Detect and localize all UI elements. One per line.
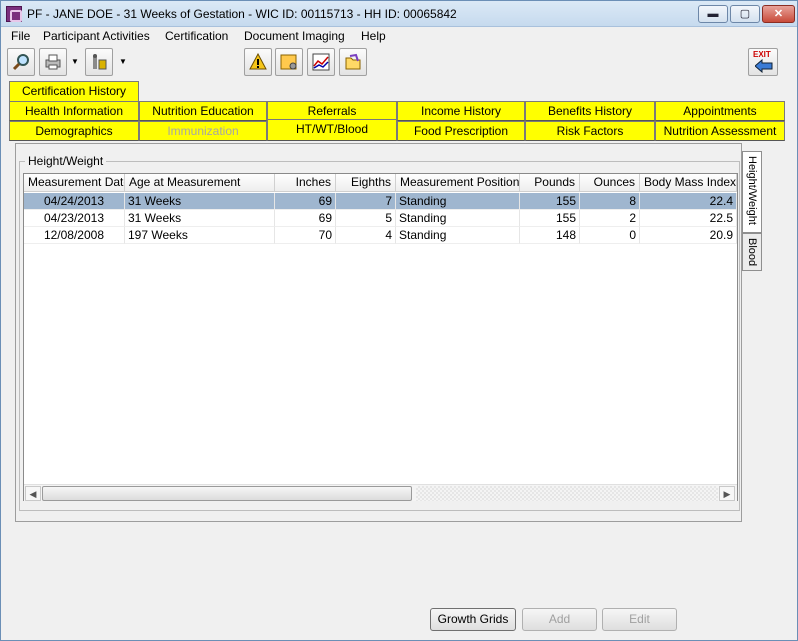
- tab-benefits-history[interactable]: Benefits History: [525, 101, 655, 121]
- menu-participant-activities[interactable]: Participant Activities: [43, 29, 150, 43]
- cell-age: 31 Weeks: [125, 210, 275, 227]
- side-tab-blood-label: Blood: [746, 238, 758, 267]
- cell-position: Standing: [396, 227, 520, 244]
- table-row[interactable]: 04/23/2013 31 Weeks 69 5 Standing 155 2 …: [24, 210, 737, 227]
- col-measurement-position[interactable]: Measurement Position: [396, 174, 520, 192]
- warning-icon: [249, 53, 267, 70]
- add-button[interactable]: Add: [522, 608, 597, 631]
- cell-inches: 69: [275, 193, 336, 210]
- tab-nutrition-assessment[interactable]: Nutrition Assessment: [655, 121, 785, 141]
- alert-button[interactable]: [244, 48, 272, 76]
- tab-demographics[interactable]: Demographics: [9, 121, 139, 141]
- chart-button[interactable]: [307, 48, 335, 76]
- cell-inches: 70: [275, 227, 336, 244]
- cell-pounds: 155: [520, 210, 580, 227]
- cell-date: 04/23/2013: [24, 210, 125, 227]
- table-row[interactable]: 12/08/2008 197 Weeks 70 4 Standing 148 0…: [24, 227, 737, 244]
- tab-referrals[interactable]: Referrals: [267, 101, 397, 121]
- tab-food-prescription[interactable]: Food Prescription: [397, 121, 525, 141]
- tab-health-information[interactable]: Health Information: [9, 101, 139, 121]
- edit-button[interactable]: Edit: [602, 608, 677, 631]
- tab-income-history[interactable]: Income History: [397, 101, 525, 121]
- print-button[interactable]: [39, 48, 67, 76]
- tab-risk-factors[interactable]: Risk Factors: [525, 121, 655, 141]
- window-title: PF - JANE DOE - 31 Weeks of Gestation - …: [27, 7, 457, 21]
- cell-date: 04/24/2013: [24, 193, 125, 210]
- tab-immunization[interactable]: Immunization: [139, 121, 267, 141]
- cell-ounces: 2: [580, 210, 640, 227]
- horizontal-scrollbar[interactable]: ◀ ▶: [24, 484, 737, 501]
- sticky-note-icon: [280, 54, 297, 70]
- magnifier-icon: [12, 54, 29, 71]
- tab-nutrition-education[interactable]: Nutrition Education: [139, 101, 267, 121]
- exit-arrow-icon: [755, 59, 773, 73]
- title-bar: PF - JANE DOE - 31 Weeks of Gestation - …: [1, 1, 797, 27]
- tools-icon: [93, 54, 107, 70]
- minimize-button[interactable]: ▬: [698, 5, 728, 23]
- menu-file[interactable]: File: [11, 29, 30, 43]
- cell-eighths: 4: [336, 227, 396, 244]
- scroll-track[interactable]: [416, 486, 718, 501]
- growth-grids-button[interactable]: Growth Grids: [430, 608, 516, 631]
- side-tab-blood[interactable]: Blood: [742, 233, 762, 271]
- cell-bmi: 22.5: [640, 210, 737, 227]
- col-age-at-measurement[interactable]: Age at Measurement: [125, 174, 275, 192]
- col-pounds[interactable]: Pounds: [520, 174, 580, 192]
- tab-appointments[interactable]: Appointments: [655, 101, 785, 121]
- measurement-grid: Measurement Date Age at Measurement Inch…: [23, 173, 738, 501]
- side-tab-height-weight-label: Height/Weight: [746, 156, 758, 225]
- col-measurement-date[interactable]: Measurement Date: [24, 174, 125, 192]
- printer-icon: [45, 54, 61, 70]
- cell-pounds: 155: [520, 193, 580, 210]
- cell-bmi: 22.4: [640, 193, 737, 210]
- cell-ounces: 0: [580, 227, 640, 244]
- cell-position: Standing: [396, 210, 520, 227]
- line-chart-icon: [312, 53, 330, 71]
- scroll-thumb[interactable]: [42, 486, 412, 501]
- col-inches[interactable]: Inches: [275, 174, 336, 192]
- print-dropdown-icon[interactable]: ▼: [69, 48, 81, 76]
- toolbar: ▼ ▼ EXIT: [1, 46, 797, 80]
- cell-age: 197 Weeks: [125, 227, 275, 244]
- tab-ht-wt-blood[interactable]: HT/WT/Blood: [267, 119, 397, 141]
- main-window: PF - JANE DOE - 31 Weeks of Gestation - …: [0, 0, 798, 641]
- menu-certification[interactable]: Certification: [165, 29, 228, 43]
- documents-button[interactable]: [339, 48, 367, 76]
- col-body-mass-index[interactable]: Body Mass Index: [640, 174, 737, 192]
- scroll-left-icon[interactable]: ◀: [25, 486, 41, 501]
- tools-dropdown-icon[interactable]: ▼: [117, 48, 129, 76]
- scroll-right-icon[interactable]: ▶: [719, 486, 735, 501]
- exit-label: EXIT: [753, 50, 771, 59]
- side-tab-height-weight[interactable]: Height/Weight: [742, 151, 762, 233]
- col-ounces[interactable]: Ounces: [580, 174, 640, 192]
- cell-inches: 69: [275, 210, 336, 227]
- menu-help[interactable]: Help: [361, 29, 386, 43]
- cell-date: 12/08/2008: [24, 227, 125, 244]
- table-row[interactable]: 04/24/2013 31 Weeks 69 7 Standing 155 8 …: [24, 193, 737, 210]
- tab-certification-history[interactable]: Certification History: [9, 81, 139, 102]
- folder-icon: [345, 53, 361, 70]
- search-button[interactable]: [7, 48, 35, 76]
- grid-header: Measurement Date Age at Measurement Inch…: [24, 174, 737, 192]
- maximize-button[interactable]: ▢: [730, 5, 760, 23]
- notes-button[interactable]: [275, 48, 303, 76]
- app-icon: [6, 6, 22, 22]
- tools-button[interactable]: [85, 48, 113, 76]
- cell-eighths: 7: [336, 193, 396, 210]
- cell-bmi: 20.9: [640, 227, 737, 244]
- cell-pounds: 148: [520, 227, 580, 244]
- cell-ounces: 8: [580, 193, 640, 210]
- col-eighths[interactable]: Eighths: [336, 174, 396, 192]
- group-label: Height/Weight: [25, 154, 107, 168]
- close-button[interactable]: ✕: [762, 5, 795, 23]
- menu-document-imaging[interactable]: Document Imaging: [244, 29, 345, 43]
- cell-eighths: 5: [336, 210, 396, 227]
- exit-button[interactable]: EXIT: [748, 48, 778, 76]
- menu-bar: File Participant Activities Certificatio…: [1, 27, 797, 46]
- tab-strip: Certification History Health Information…: [9, 81, 787, 143]
- cell-position: Standing: [396, 193, 520, 210]
- cell-age: 31 Weeks: [125, 193, 275, 210]
